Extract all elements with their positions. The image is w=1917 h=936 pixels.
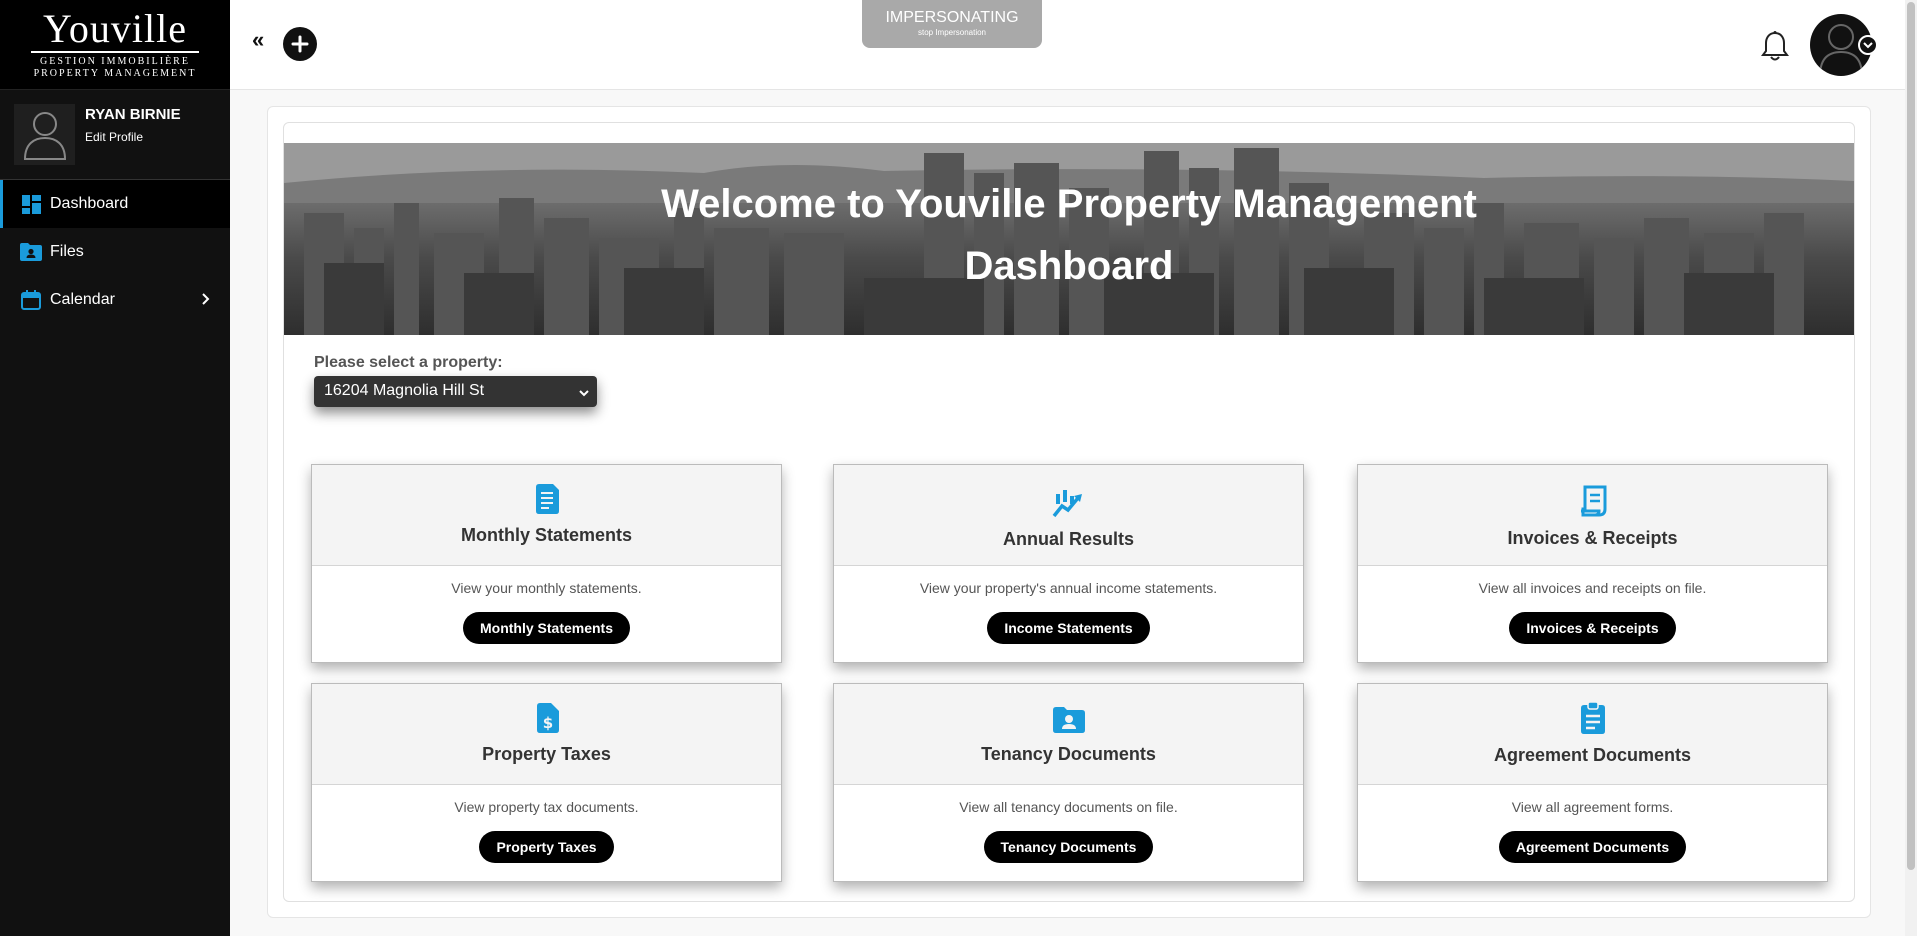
chart-line-icon bbox=[1052, 480, 1086, 523]
card-title: Invoices & Receipts bbox=[1507, 528, 1678, 548]
card-description: View your property's annual income state… bbox=[919, 580, 1218, 596]
plus-icon bbox=[291, 35, 309, 53]
sidebar-item-calendar[interactable]: Calendar bbox=[0, 276, 230, 324]
folder-user-icon bbox=[1052, 703, 1085, 738]
document-icon bbox=[533, 484, 561, 519]
profile-panel: RYAN BIRNIE Edit Profile bbox=[0, 90, 230, 180]
sidebar-item-label: Calendar bbox=[50, 291, 115, 308]
hero-title-line-1: Welcome to Youville Property Management bbox=[661, 182, 1477, 226]
logo[interactable]: Youville GESTION IMMOBILIÈRE PROPERTY MA… bbox=[0, 0, 230, 90]
monthly-statements-button[interactable]: Monthly Statements bbox=[462, 612, 630, 644]
chevron-down-icon bbox=[579, 384, 589, 402]
sidebar-item-dashboard[interactable]: Dashboard bbox=[0, 180, 230, 228]
impersonating-title: IMPERSONATING bbox=[885, 9, 1019, 26]
user-silhouette-icon bbox=[23, 111, 66, 160]
hero-title: Welcome to Youville Property Management … bbox=[284, 173, 1854, 297]
card-description: View all tenancy documents on file. bbox=[959, 799, 1178, 815]
card-annual-results: Annual Results View your property's annu… bbox=[833, 464, 1304, 663]
receipt-icon bbox=[1578, 481, 1608, 522]
chevron-right-icon bbox=[202, 292, 210, 310]
dashboard-icon bbox=[20, 193, 42, 215]
property-select-label: Please select a property: bbox=[314, 354, 503, 371]
tax-document-icon: $ bbox=[535, 703, 559, 738]
card-agreement-documents: Agreement Documents View all agreement f… bbox=[1357, 683, 1828, 882]
card-description: View all invoices and receipts on file. bbox=[1478, 580, 1707, 596]
add-button[interactable] bbox=[283, 27, 317, 61]
sidebar-item-label: Dashboard bbox=[50, 195, 129, 212]
edit-profile-link[interactable]: Edit Profile bbox=[85, 130, 181, 144]
hero-banner: Welcome to Youville Property Management … bbox=[284, 143, 1854, 335]
sidebar-nav: Dashboard Files Calendar bbox=[0, 180, 230, 324]
folder-user-icon bbox=[20, 241, 42, 263]
bell-icon[interactable] bbox=[1760, 30, 1790, 67]
collapse-sidebar-button[interactable]: « bbox=[252, 29, 264, 51]
card-tenancy-documents: Tenancy Documents View all tenancy docum… bbox=[833, 683, 1304, 882]
card-invoices-receipts: Invoices & Receipts View all invoices an… bbox=[1357, 464, 1828, 663]
property-taxes-button[interactable]: Property Taxes bbox=[479, 831, 614, 863]
sidebar-item-label: Files bbox=[50, 243, 84, 260]
card-title: Agreement Documents bbox=[1493, 745, 1692, 765]
svg-text:$: $ bbox=[542, 714, 552, 732]
sidebar-item-files[interactable]: Files bbox=[0, 228, 230, 276]
sidebar: Youville GESTION IMMOBILIÈRE PROPERTY MA… bbox=[0, 0, 230, 936]
logo-sub-text-2: PROPERTY MANAGEMENT bbox=[33, 68, 197, 79]
card-description: View your monthly statements. bbox=[451, 580, 642, 596]
card-title: Tenancy Documents bbox=[981, 744, 1156, 764]
agreement-documents-button[interactable]: Agreement Documents bbox=[1498, 831, 1687, 863]
tenancy-documents-button[interactable]: Tenancy Documents bbox=[983, 831, 1154, 863]
logo-divider bbox=[31, 51, 199, 53]
card-description: View property tax documents. bbox=[454, 799, 639, 815]
logo-sub-text-1: GESTION IMMOBILIÈRE bbox=[40, 56, 190, 67]
property-select[interactable]: 16204 Magnolia Hill St bbox=[314, 376, 597, 407]
card-title: Annual Results bbox=[1002, 529, 1135, 549]
profile-avatar[interactable] bbox=[14, 104, 75, 165]
card-title: Monthly Statements bbox=[460, 525, 633, 545]
scrollbar-thumb[interactable] bbox=[1907, 2, 1915, 870]
top-bar: « IMPERSONATING stop Impersonation bbox=[230, 0, 1905, 90]
user-menu-chevron-down-icon[interactable] bbox=[1858, 35, 1878, 55]
hero-title-line-2: Dashboard bbox=[964, 244, 1174, 288]
stop-impersonation-link[interactable]: stop Impersonation bbox=[862, 27, 1042, 39]
page-scrollbar[interactable] bbox=[1905, 0, 1917, 936]
income-statements-button[interactable]: Income Statements bbox=[987, 612, 1150, 644]
impersonating-banner[interactable]: IMPERSONATING stop Impersonation bbox=[862, 0, 1042, 48]
logo-main-text: Youville bbox=[43, 6, 187, 51]
property-select-value: 16204 Magnolia Hill St bbox=[324, 382, 485, 399]
card-description: View all agreement forms. bbox=[1511, 799, 1674, 815]
card-property-taxes: $ Property Taxes View property tax docum… bbox=[311, 683, 782, 882]
clipboard-icon bbox=[1579, 701, 1607, 739]
card-title: Property Taxes bbox=[482, 744, 611, 764]
profile-name: RYAN BIRNIE bbox=[85, 105, 181, 123]
calendar-icon bbox=[20, 289, 42, 311]
invoices-receipts-button[interactable]: Invoices & Receipts bbox=[1509, 612, 1676, 644]
card-monthly-statements: Monthly Statements View your monthly sta… bbox=[311, 464, 782, 663]
